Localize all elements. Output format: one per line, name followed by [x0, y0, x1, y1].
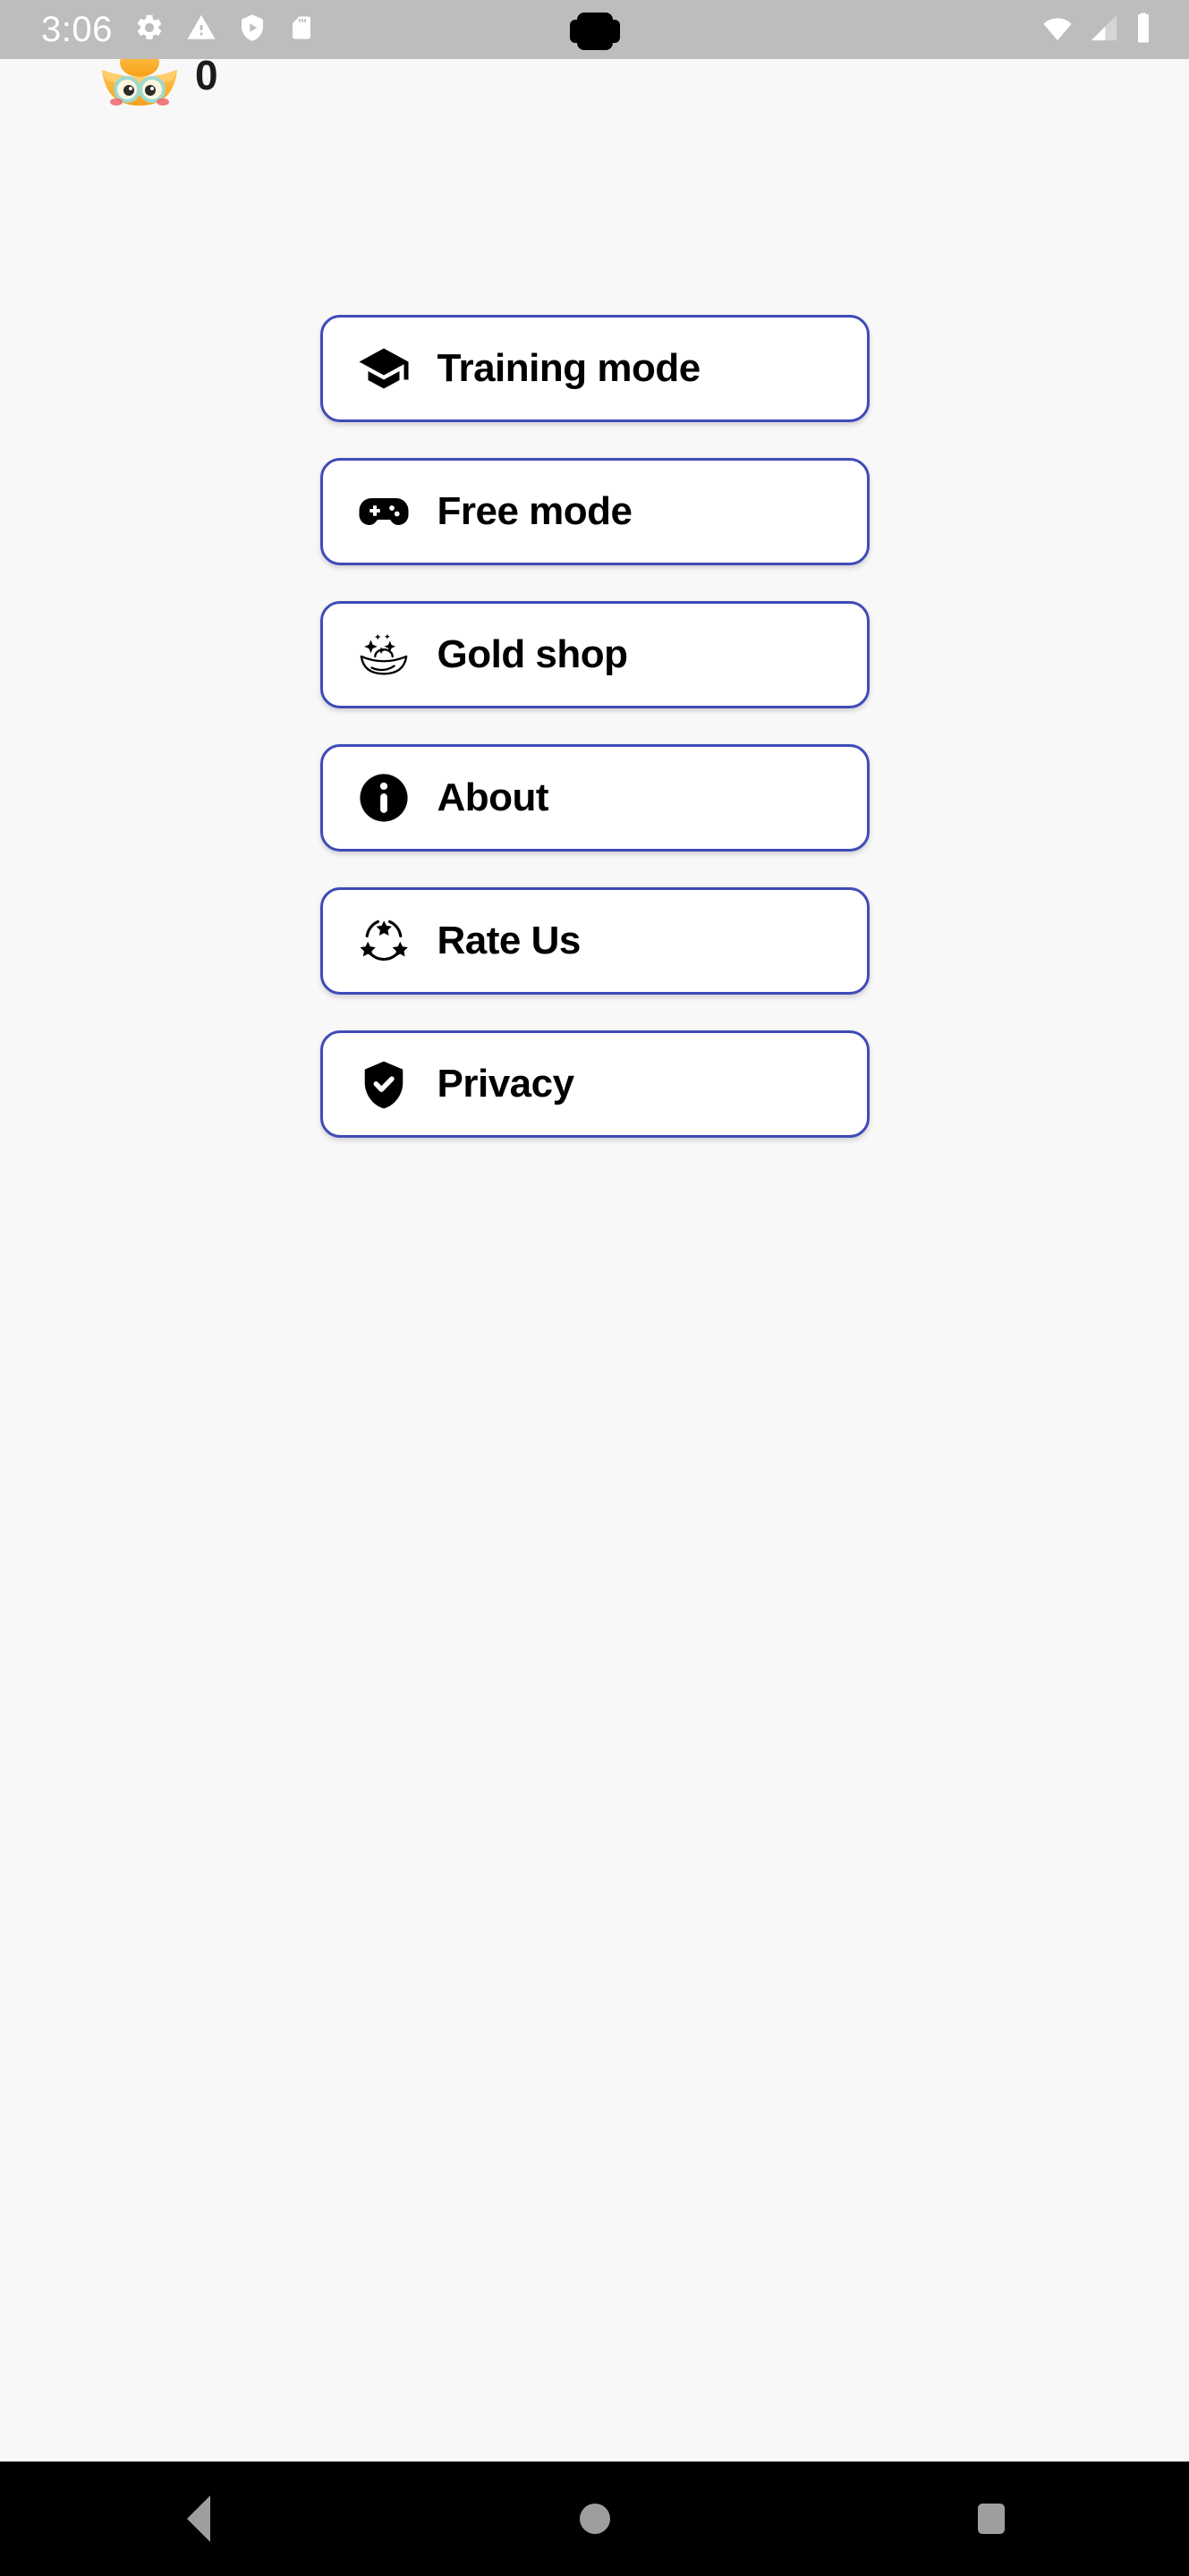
- cellular-signal-icon: [1089, 13, 1119, 47]
- info-circle-icon: [352, 766, 416, 830]
- menu-button-label: About: [437, 775, 549, 819]
- menu-button-label: Training mode: [437, 346, 701, 390]
- android-navigation-bar: [0, 2462, 1189, 2576]
- graduation-cap-icon: [352, 336, 416, 401]
- sd-card-icon: [288, 13, 315, 47]
- menu-button-free-mode[interactable]: Free mode: [319, 458, 870, 565]
- menu-button-label: Privacy: [437, 1062, 575, 1106]
- gamepad-icon: [352, 479, 416, 544]
- battery-icon: [1134, 12, 1153, 48]
- back-triangle-icon: [186, 2496, 210, 2542]
- three-stars-rating-icon: [352, 909, 416, 973]
- menu-button-rate-us[interactable]: Rate Us: [319, 887, 870, 995]
- gear-icon: [134, 13, 165, 47]
- menu-button-label: Free mode: [437, 489, 633, 533]
- gold-count-value: 0: [195, 52, 218, 98]
- status-bar-left-group: 3:06: [0, 12, 315, 47]
- warning-triangle-icon: [186, 13, 217, 47]
- status-bar-right-group: [1040, 0, 1153, 59]
- gold-ingot-sparkle-icon: [352, 623, 416, 687]
- shield-play-icon: [238, 13, 267, 47]
- home-button[interactable]: [505, 2462, 684, 2576]
- main-menu: Training mode Free mode Gold shop About …: [0, 315, 1189, 1138]
- camera-punch-hole: [569, 13, 620, 50]
- menu-button-privacy[interactable]: Privacy: [319, 1030, 870, 1138]
- wifi-icon: [1040, 13, 1074, 47]
- home-circle-icon: [579, 2504, 610, 2534]
- recents-square-icon: [977, 2504, 1005, 2534]
- menu-button-label: Gold shop: [437, 632, 629, 676]
- menu-button-label: Rate Us: [437, 919, 582, 962]
- menu-button-about[interactable]: About: [319, 744, 870, 852]
- menu-button-training-mode[interactable]: Training mode: [319, 315, 870, 422]
- recents-button[interactable]: [902, 2462, 1081, 2576]
- status-bar-clock: 3:06: [41, 10, 113, 49]
- back-button[interactable]: [109, 2462, 288, 2576]
- menu-button-gold-shop[interactable]: Gold shop: [319, 601, 870, 708]
- shield-check-icon: [352, 1052, 416, 1116]
